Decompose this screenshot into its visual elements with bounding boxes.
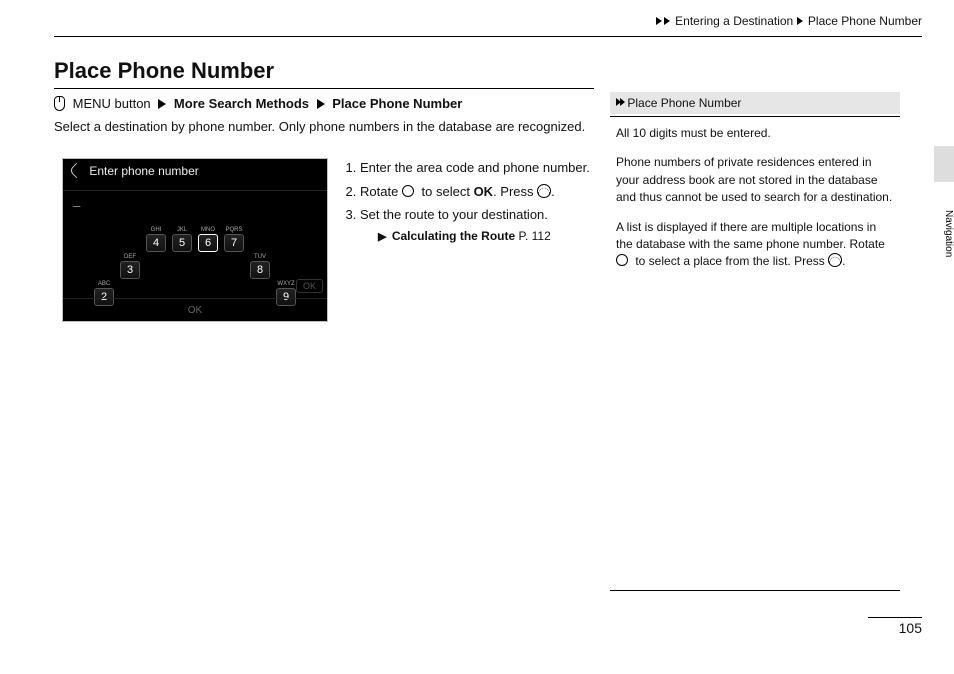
page-title: Place Phone Number [54,58,274,84]
nav-step-more-search: More Search Methods [174,96,309,111]
key-4: GHI4 [145,227,167,252]
press-selector-icon [828,253,842,267]
page-number: 105 [899,620,922,636]
sidebar-paragraph: All 10 digits must be entered. [616,125,894,142]
divider [54,36,922,37]
text-cursor: _ [73,193,80,208]
triangle-right-icon [656,17,662,25]
triangle-right-icon [317,99,325,109]
triangle-right-icon [158,99,166,109]
device-header: Enter phone number [63,159,327,191]
menu-button-icon [54,96,65,111]
device-screenshot: Enter phone number _ GHI4 JKL5 MNO6 PQRS… [62,158,328,322]
sidebar-paragraph: Phone numbers of private residences ente… [616,154,894,206]
rotary-dial-icon [616,255,632,267]
rotary-dial-icon [402,184,418,196]
key-5: JKL5 [171,227,193,252]
instruction-step-1: Enter the area code and phone number. [360,158,592,178]
sidebar-note-title: Place Phone Number [627,96,741,110]
nav-path: MENU button More Search Methods Place Ph… [54,96,594,111]
keypad-row-mid: DEF3 TUV8 [63,254,327,279]
divider [610,116,900,117]
press-selector-icon [537,184,551,198]
nav-step-menu: MENU button [73,96,151,111]
device-ok-button: OK [296,279,323,293]
triangle-right-icon [664,17,670,25]
section-tab-navigation: Navigation [934,188,954,274]
sidebar-paragraph: A list is displayed if there are multipl… [616,219,894,271]
intro-paragraph: Select a destination by phone number. On… [54,118,594,136]
instruction-step-2: Rotate to select OK. Press . [360,182,592,202]
triangle-right-icon [620,98,625,106]
breadcrumb: Entering a Destination Place Phone Numbe… [656,14,922,28]
sidebar-note-header: Place Phone Number [610,92,900,114]
key-3: DEF3 [119,254,141,279]
device-header-text: Enter phone number [89,164,198,178]
sidebar-note-body: All 10 digits must be entered. Phone num… [610,125,900,271]
divider [610,590,900,591]
instruction-step-3: Set the route to your destination. ▶ Cal… [360,205,592,245]
keypad-row-top: GHI4 JKL5 MNO6 PQRS7 [63,227,327,252]
back-arrow-icon [69,163,85,179]
key-6-selected: MNO6 [197,227,219,252]
device-input: _ [63,191,327,213]
link-arrow-icon: ▶ [378,229,386,246]
cross-reference: ▶ Calculating the Route P. 112 [360,227,592,246]
sidebar-note: Place Phone Number All 10 digits must be… [610,92,900,283]
triangle-right-icon [797,17,803,25]
breadcrumb-seg-2: Place Phone Number [808,14,922,28]
nav-step-place-phone: Place Phone Number [332,96,462,111]
key-8: TUV8 [249,254,271,279]
divider [868,617,922,618]
key-7: PQRS7 [223,227,245,252]
device-footer-center: OK [188,305,202,316]
divider [54,88,594,89]
device-footer: OK [63,298,327,321]
section-tab-blank [934,146,954,182]
breadcrumb-seg-1: Entering a Destination [675,14,793,28]
instruction-list: Enter the area code and phone number. Ro… [342,158,592,249]
